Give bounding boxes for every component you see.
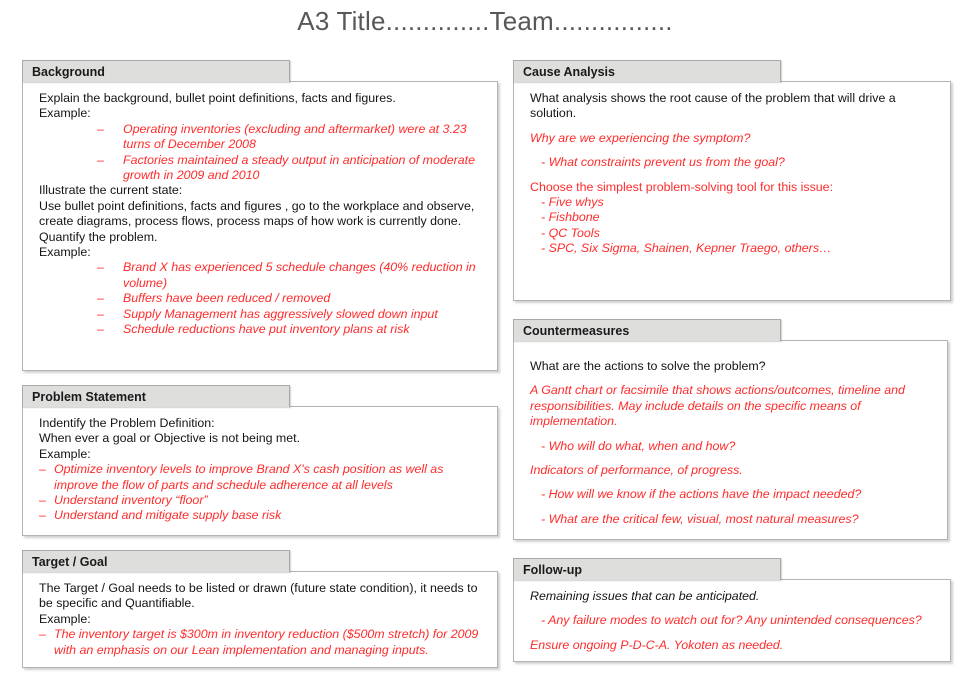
target-bullet-1: – The inventory target is $300m in inven…: [39, 627, 485, 658]
section-body-countermeasures: What are the actions to solve the proble…: [513, 340, 948, 540]
cause-prompt: Choose the simplest problem-solving tool…: [530, 179, 834, 194]
cause-tool-1: - Five whys: [541, 195, 604, 210]
cause-tool-4: - SPC, Six Sigma, Shainen, Kepner Traego…: [541, 241, 832, 256]
cause-intro: What analysis shows the root cause of th…: [530, 91, 896, 121]
bullet-text: Factories maintained a steady output in …: [123, 152, 475, 183]
left-column: Background Explain the background, bulle…: [22, 60, 498, 668]
section-body-cause-analysis: What analysis shows the root cause of th…: [513, 81, 951, 301]
section-header-cause-analysis: Cause Analysis: [513, 60, 781, 82]
section-background: Background Explain the background, bulle…: [22, 60, 498, 371]
background-bullet-2: – Factories maintained a steady output i…: [39, 153, 485, 184]
bullet-text: Brand X has experienced 5 schedule chang…: [123, 260, 476, 290]
bullet-text: Operating inventories (excluding and aft…: [123, 121, 467, 152]
background-line-5: Quantify the problem.: [39, 229, 158, 244]
section-body-target-goal: The Target / Goal needs to be listed or …: [22, 571, 498, 668]
section-header-target-goal: Target / Goal: [22, 550, 290, 572]
bullet-dash: –: [39, 462, 46, 477]
background-line-1: Explain the background, bullet point def…: [39, 91, 396, 105]
section-cause-analysis: Cause Analysis What analysis shows the r…: [513, 60, 951, 301]
problem-line-1: Indentify the Problem Definition:: [39, 416, 215, 430]
target-line-1: The Target / Goal needs to be listed or …: [39, 581, 478, 611]
cause-sub-1: - What constraints prevent us from the g…: [541, 155, 785, 170]
countermeasures-italic-2: Indicators of performance, of progress.: [530, 463, 743, 478]
bullet-dash: –: [97, 260, 104, 275]
countermeasures-sub-3: - What are the critical few, visual, mos…: [541, 511, 859, 526]
bullet-text: Supply Management has aggressively slowe…: [123, 306, 438, 321]
problem-line-2: When ever a goal or Objective is not bei…: [39, 431, 301, 446]
countermeasures-italic-block: A Gantt chart or facsimile that shows ac…: [530, 383, 905, 429]
section-body-background: Explain the background, bullet point def…: [22, 81, 498, 371]
cause-tool-2: - Fishbone: [541, 210, 600, 225]
background-line-2: Example:: [39, 106, 91, 121]
countermeasures-intro: What are the actions to solve the proble…: [530, 359, 766, 373]
background-bullet-6: – Schedule reductions have put inventory…: [39, 322, 485, 337]
followup-line-red: Ensure ongoing P-D-C-A. Yokoten as neede…: [530, 637, 784, 652]
section-body-problem-statement: Indentify the Problem Definition: When e…: [22, 406, 498, 536]
section-countermeasures: Countermeasures What are the actions to …: [513, 319, 951, 540]
cause-question-1: Why are we experiencing the symptom?: [530, 130, 751, 145]
section-header-problem-statement: Problem Statement: [22, 385, 290, 407]
countermeasures-sub-2: - How will we know if the actions have t…: [541, 487, 862, 502]
bullet-dash: –: [39, 627, 46, 642]
problem-line-3: Example:: [39, 446, 91, 461]
bullet-dash: –: [97, 152, 104, 167]
background-line-3: Illustrate the current state:: [39, 183, 183, 198]
background-bullet-3: – Brand X has experienced 5 schedule cha…: [39, 260, 485, 291]
background-bullet-1: – Operating inventories (excluding and a…: [39, 122, 485, 153]
section-target-goal: Target / Goal The Target / Goal needs to…: [22, 550, 498, 668]
section-body-follow-up: Remaining issues that can be anticipated…: [513, 579, 951, 663]
bullet-text: Understand and mitigate supply base risk: [54, 508, 282, 523]
countermeasures-sub-1: - Who will do what, when and how?: [541, 438, 736, 453]
problem-bullet-1: – Optimize inventory levels to improve B…: [39, 462, 485, 493]
background-bullet-4: – Buffers have been reduced / removed: [39, 291, 485, 306]
bullet-text: Buffers have been reduced / removed: [123, 291, 331, 306]
background-bullet-5: – Supply Management has aggressively slo…: [39, 307, 485, 322]
followup-line-dark: Remaining issues that can be anticipated…: [530, 589, 760, 603]
bullet-dash: –: [97, 121, 104, 136]
bullet-dash: –: [97, 306, 104, 321]
bullet-text: Understand inventory “floor”: [54, 493, 208, 508]
background-line-6: Example:: [39, 245, 91, 260]
target-line-2: Example:: [39, 611, 91, 626]
bullet-text: The inventory target is $300m in invento…: [54, 627, 479, 657]
bullet-dash: –: [97, 291, 104, 306]
section-problem-statement: Problem Statement Indentify the Problem …: [22, 385, 498, 536]
bullet-dash: –: [97, 322, 104, 337]
problem-bullet-2: – Understand inventory “floor”: [39, 493, 485, 508]
background-line-4: Use bullet point definitions, facts and …: [39, 198, 475, 229]
page-title: A3 Title..............Team..............…: [297, 6, 673, 36]
bullet-dash: –: [39, 508, 46, 523]
section-header-countermeasures: Countermeasures: [513, 319, 781, 341]
followup-sub-1: - Any failure modes to watch out for? An…: [541, 613, 922, 628]
right-column: Cause Analysis What analysis shows the r…: [513, 60, 951, 663]
section-header-follow-up: Follow-up: [513, 558, 781, 580]
bullet-dash: –: [39, 493, 46, 508]
section-follow-up: Follow-up Remaining issues that can be a…: [513, 558, 951, 663]
a3-template-page: A3 Title..............Team..............…: [0, 0, 970, 676]
bullet-text: Optimize inventory levels to improve Bra…: [54, 462, 444, 492]
cause-tool-3: - QC Tools: [541, 225, 600, 240]
bullet-text: Schedule reductions have put inventory p…: [123, 322, 410, 337]
section-header-background: Background: [22, 60, 290, 82]
problem-bullet-3: – Understand and mitigate supply base ri…: [39, 508, 485, 523]
